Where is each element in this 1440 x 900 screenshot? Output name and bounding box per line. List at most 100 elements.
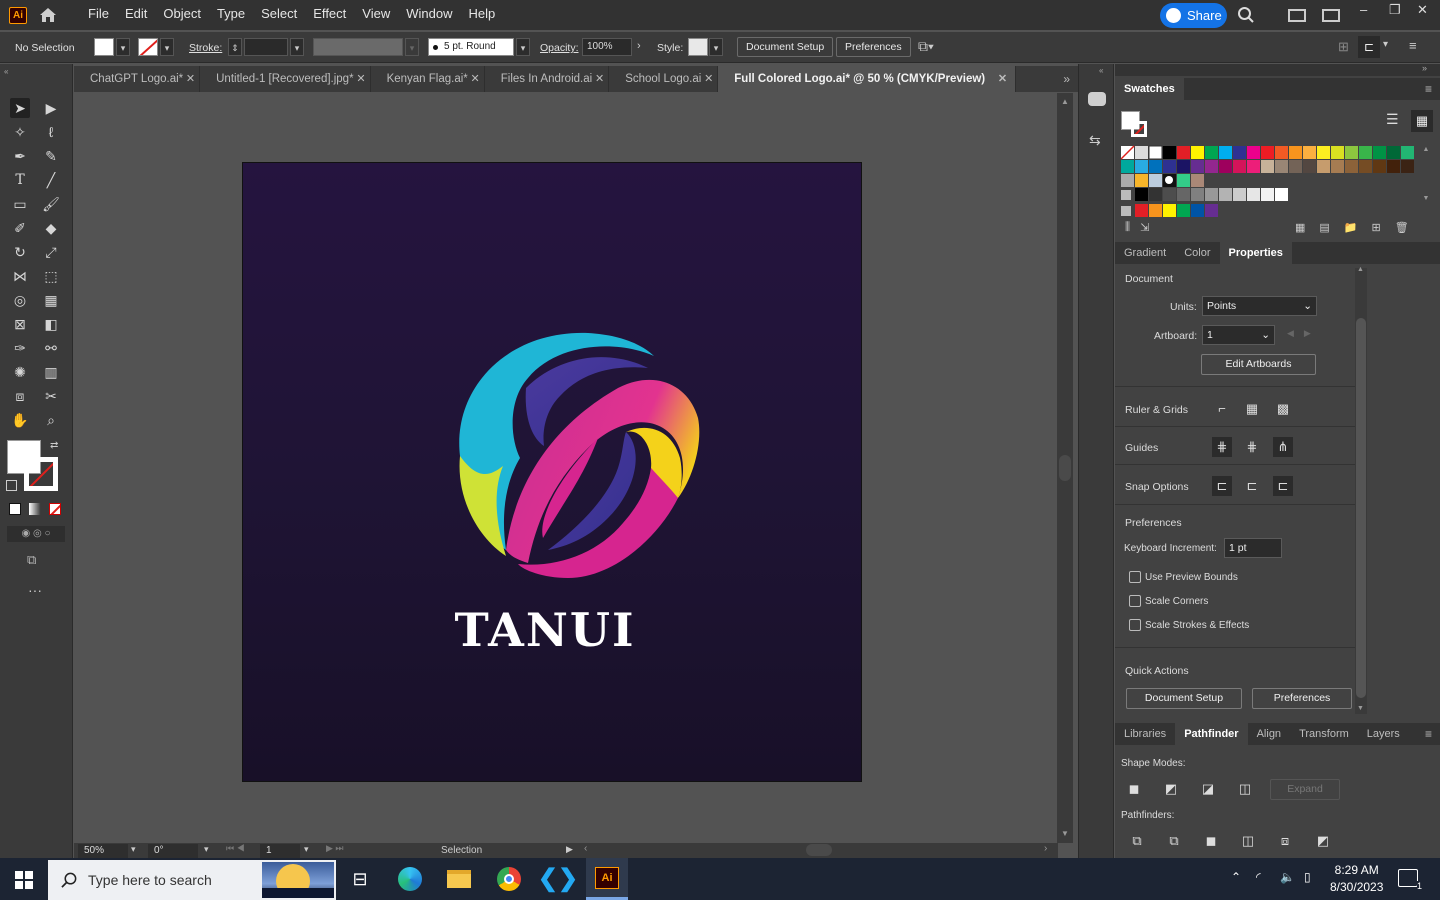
- tab-align[interactable]: Align: [1248, 723, 1290, 745]
- preferences-button[interactable]: Preferences: [836, 37, 911, 57]
- share-button[interactable]: Share: [1160, 3, 1227, 28]
- eraser-tool-icon[interactable]: ◆: [41, 218, 61, 238]
- tab-color[interactable]: Color: [1175, 242, 1219, 264]
- home-icon[interactable]: [38, 6, 58, 24]
- rotation-field[interactable]: 0°: [148, 844, 198, 858]
- symbol-sprayer-tool-icon[interactable]: ✺: [10, 362, 30, 382]
- intersect-icon[interactable]: ◪: [1198, 779, 1218, 799]
- scroll-up-icon[interactable]: ▲: [1061, 97, 1069, 106]
- eyedropper-tool-icon[interactable]: ✑: [10, 338, 30, 358]
- use-preview-bounds-checkbox[interactable]: Use Preview Bounds: [1129, 571, 1238, 583]
- chevron-down-icon[interactable]: ▾: [204, 844, 209, 855]
- panel-menu-icon[interactable]: ≡: [1425, 82, 1440, 96]
- illustrator-taskbar-icon[interactable]: Ai: [586, 858, 628, 900]
- close-icon[interactable]: ✕: [704, 66, 713, 92]
- chevron-down-icon[interactable]: ▾: [709, 38, 723, 56]
- fill-swatch[interactable]: [94, 38, 114, 56]
- menu-file[interactable]: File: [80, 0, 117, 30]
- transparency-grid-icon[interactable]: ▩: [1273, 399, 1293, 419]
- chevron-down-icon[interactable]: ▾: [516, 38, 530, 56]
- stroke-stepper[interactable]: ⇕: [228, 38, 242, 56]
- scrollbar-thumb[interactable]: [806, 844, 832, 856]
- default-colors-icon[interactable]: [6, 480, 17, 491]
- edit-artboards-button[interactable]: Edit Artboards: [1201, 354, 1316, 375]
- shaper-tool-icon[interactable]: ✐: [10, 218, 30, 238]
- chevron-down-icon[interactable]: ▾: [405, 38, 419, 56]
- properties-scrollbar[interactable]: ▲ ▼: [1355, 266, 1367, 714]
- menu-select[interactable]: Select: [253, 0, 305, 30]
- comments-icon[interactable]: [1088, 92, 1106, 106]
- close-icon[interactable]: ✕: [595, 66, 604, 92]
- draw-mode-icons[interactable]: ◉ ◎ ○: [7, 526, 65, 542]
- windows-start-icon[interactable]: [15, 871, 33, 889]
- chevron-down-icon[interactable]: ▾: [1383, 39, 1388, 50]
- swatch-scrollbar[interactable]: ▲ ▼: [1421, 146, 1431, 216]
- perspective-grid-tool-icon[interactable]: ▦: [41, 290, 61, 310]
- selection-tool-icon[interactable]: ➤: [10, 98, 30, 118]
- chevron-right-icon[interactable]: ▶: [566, 844, 573, 855]
- asset-export-icon[interactable]: ⇆: [1089, 132, 1101, 149]
- panel-menu-icon[interactable]: ≡: [1425, 727, 1440, 741]
- document-setup-button[interactable]: Document Setup: [1126, 688, 1242, 709]
- opacity-field[interactable]: 100%: [582, 38, 632, 56]
- rectangle-tool-icon[interactable]: ▭: [10, 194, 30, 214]
- artboard-nav-arrows[interactable]: ◀▶: [1287, 328, 1321, 339]
- tab-document[interactable]: School Logo.ai ✕: [609, 66, 719, 92]
- paintbrush-tool-icon[interactable]: 🖌: [41, 194, 61, 214]
- stroke-label[interactable]: Stroke:: [189, 42, 222, 54]
- stroke-swatch[interactable]: [138, 38, 158, 56]
- expand-icon[interactable]: «: [1099, 66, 1103, 75]
- swap-colors-icon[interactable]: ⇄: [50, 440, 58, 451]
- scrollbar-thumb[interactable]: [1356, 318, 1366, 698]
- align-icon[interactable]: ⊞: [1338, 39, 1349, 55]
- collapse-icon[interactable]: «: [4, 67, 8, 76]
- search-icon[interactable]: [1237, 6, 1255, 24]
- free-transform-tool-icon[interactable]: ⬚: [41, 266, 61, 286]
- scroll-up-icon[interactable]: ▲: [1357, 266, 1364, 273]
- vertical-scrollbar[interactable]: ▲ ▼: [1057, 93, 1073, 843]
- tab-swatches[interactable]: Swatches: [1115, 78, 1184, 100]
- more-tools-icon[interactable]: ···: [28, 582, 42, 598]
- curvature-tool-icon[interactable]: ✎: [41, 146, 61, 166]
- chevron-right-icon[interactable]: ›: [637, 40, 641, 52]
- units-select[interactable]: Points ⌄: [1202, 296, 1317, 316]
- gradient-tool-icon[interactable]: ◧: [41, 314, 61, 334]
- exclude-icon[interactable]: ◫: [1235, 779, 1255, 799]
- menu-view[interactable]: View: [354, 0, 398, 30]
- grid-icon[interactable]: ▦: [1242, 399, 1262, 419]
- file-explorer-icon[interactable]: [438, 858, 480, 900]
- hand-tool-icon[interactable]: ✋: [10, 410, 30, 430]
- scale-tool-icon[interactable]: ⤢: [41, 242, 61, 262]
- rotate-tool-icon[interactable]: ↻: [10, 242, 30, 262]
- edge-icon[interactable]: [389, 858, 431, 900]
- swatch-stroke[interactable]: [1131, 121, 1147, 137]
- outline-icon[interactable]: ⧈: [1275, 831, 1295, 851]
- artboard-number-field[interactable]: 1: [260, 844, 300, 858]
- menu-type[interactable]: Type: [209, 0, 253, 30]
- menu-help[interactable]: Help: [460, 0, 503, 30]
- tab-document[interactable]: ChatGPT Logo.ai* ✕: [74, 66, 201, 92]
- tab-transform[interactable]: Transform: [1290, 723, 1358, 745]
- opacity-label[interactable]: Opacity:: [540, 42, 579, 54]
- chevron-down-icon[interactable]: ▾: [304, 844, 309, 855]
- gradient-mode-icon[interactable]: [29, 503, 41, 515]
- grid-view-icon[interactable]: ▦: [1411, 110, 1433, 132]
- swatch-grid[interactable]: [1121, 144, 1421, 220]
- stroke-weight-field[interactable]: [244, 38, 288, 56]
- task-view-icon[interactable]: ⊟: [339, 858, 381, 900]
- swatch-library-icons[interactable]: ⫼ ⇲: [1125, 221, 1149, 234]
- menu-icon[interactable]: ≡: [1409, 38, 1417, 53]
- snap-to-pixel-icon[interactable]: ⊏: [1273, 476, 1293, 496]
- tab-document-active[interactable]: Full Colored Logo.ai* @ 50 % (CMYK/Previ…: [718, 66, 1017, 92]
- scroll-down-icon[interactable]: ▼: [1061, 829, 1069, 838]
- close-icon[interactable]: ✕: [998, 66, 1007, 92]
- variable-width-profile[interactable]: [313, 38, 403, 56]
- expand-button[interactable]: Expand: [1270, 779, 1340, 800]
- minimize-icon[interactable]: –: [1360, 2, 1367, 17]
- zoom-tool-icon[interactable]: ⌕: [41, 410, 61, 430]
- snap-icon[interactable]: ⊏: [1358, 36, 1380, 58]
- volume-icon[interactable]: 🔈: [1280, 870, 1295, 884]
- logo-mark[interactable]: [448, 328, 703, 583]
- screen-mode-icon[interactable]: ⧉: [27, 552, 36, 568]
- shape-builder-tool-icon[interactable]: ◎: [10, 290, 30, 310]
